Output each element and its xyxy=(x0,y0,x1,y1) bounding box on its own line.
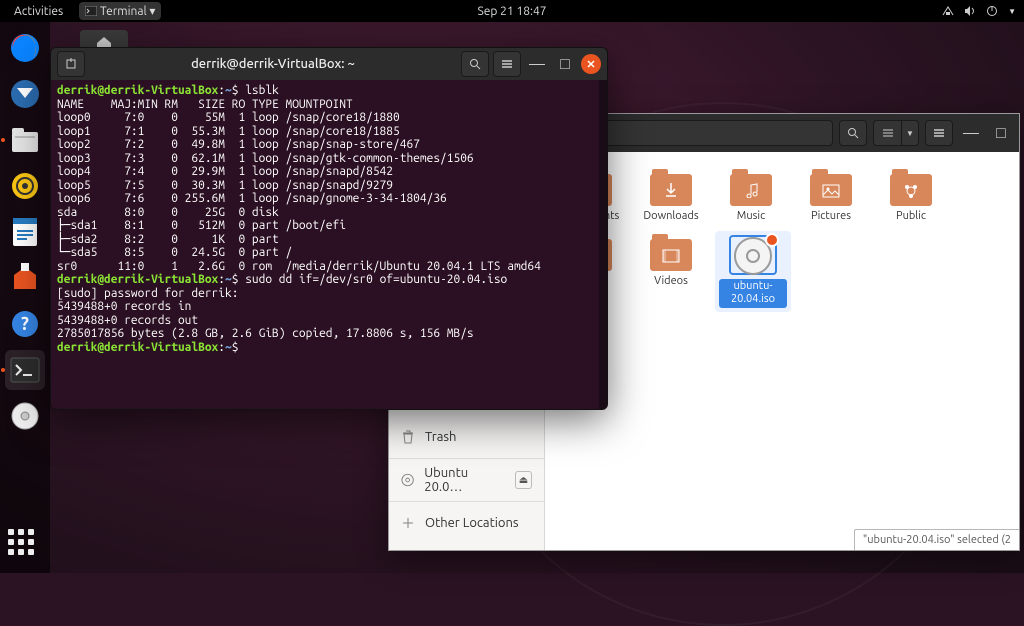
folder-pictures[interactable]: Pictures xyxy=(795,166,867,223)
folder-icon xyxy=(890,174,932,206)
folder-icon xyxy=(650,239,692,271)
minimize-button[interactable]: — xyxy=(959,121,983,145)
terminal-headerbar: derrik@derrik-VirtualBox: ~ — □ xyxy=(51,48,607,80)
search-button[interactable] xyxy=(839,120,867,146)
file-label: ubuntu-20.04.iso xyxy=(719,279,787,307)
files-statusbar: "ubuntu-20.04.iso" selected (2 xyxy=(854,529,1019,550)
eject-button[interactable]: ⏏ xyxy=(515,471,532,489)
new-tab-button[interactable] xyxy=(57,51,85,77)
show-applications-button[interactable] xyxy=(8,529,42,563)
sidebar-disc[interactable]: Ubuntu 20.0… ⏏ xyxy=(389,463,544,497)
folder-videos[interactable]: Videos xyxy=(635,231,707,311)
sidebar-label: Ubuntu 20.0… xyxy=(424,466,505,494)
sidebar-trash[interactable]: Trash xyxy=(389,420,544,454)
activities-button[interactable]: Activities xyxy=(8,2,69,20)
chevron-down-icon: ▼ xyxy=(1008,7,1016,16)
dock-help[interactable]: ? xyxy=(5,304,45,344)
term-minimize-button[interactable]: — xyxy=(525,52,549,76)
sidebar-label: Trash xyxy=(425,430,456,444)
svg-text:?: ? xyxy=(21,314,29,334)
folder-icon xyxy=(730,174,772,206)
folder-downloads[interactable]: Downloads xyxy=(635,166,707,223)
terminal-output[interactable]: derrik@derrik-VirtualBox:~$ lsblk NAME M… xyxy=(51,80,607,409)
folder-public[interactable]: Public xyxy=(875,166,947,223)
dock-software[interactable] xyxy=(5,258,45,298)
maximize-button[interactable]: □ xyxy=(989,121,1013,145)
sidebar-other-locations[interactable]: Other Locations xyxy=(389,506,544,540)
running-dot xyxy=(1,138,5,142)
trash-icon xyxy=(401,430,415,444)
volume-icon xyxy=(964,5,976,17)
dock-terminal[interactable] xyxy=(5,350,45,390)
terminal-title: derrik@derrik-VirtualBox: ~ xyxy=(89,57,457,71)
terminal-small-icon xyxy=(85,6,97,16)
system-tray[interactable]: ▼ xyxy=(942,5,1016,17)
search-icon xyxy=(847,127,859,139)
file-label: Videos xyxy=(654,275,688,288)
view-list-button[interactable] xyxy=(873,120,901,146)
search-icon xyxy=(469,58,481,70)
term-close-button[interactable] xyxy=(581,54,601,74)
sidebar-label: Other Locations xyxy=(425,516,519,530)
hamburger-button[interactable] xyxy=(925,120,953,146)
folder-music[interactable]: Music xyxy=(715,166,787,223)
plus-icon xyxy=(401,516,415,530)
folder-icon xyxy=(810,174,852,206)
chevron-down-icon: ▼ xyxy=(906,129,914,138)
new-tab-icon xyxy=(65,58,77,70)
term-maximize-button[interactable]: □ xyxy=(553,52,577,76)
file-iso[interactable]: ubuntu-20.04.iso xyxy=(715,231,791,311)
files-icon-view[interactable]: Documents Downloads Music Pictures Publi… xyxy=(545,152,1019,550)
list-icon xyxy=(882,128,894,138)
view-dropdown-button[interactable]: ▼ xyxy=(901,120,919,146)
menu-icon xyxy=(933,128,945,138)
top-bar: Activities Terminal ▾ Sep 21 18:47 ▼ xyxy=(0,0,1024,22)
dock-thunderbird[interactable] xyxy=(5,74,45,114)
menu-icon xyxy=(501,59,513,69)
file-label: Pictures xyxy=(811,210,851,223)
folder-icon xyxy=(650,174,692,206)
lock-badge-icon xyxy=(765,233,779,247)
running-dot xyxy=(1,368,5,372)
dock: ? xyxy=(0,22,50,573)
dock-firefox[interactable] xyxy=(5,28,45,68)
dock-rhythmbox[interactable] xyxy=(5,166,45,206)
dock-files[interactable] xyxy=(5,120,45,160)
dock-libreoffice-writer[interactable] xyxy=(5,212,45,252)
term-menu-button[interactable] xyxy=(493,51,521,77)
file-label: Downloads xyxy=(643,210,698,223)
terminal-window: derrik@derrik-VirtualBox: ~ — □ derrik@d… xyxy=(50,47,608,410)
clock[interactable]: Sep 21 18:47 xyxy=(478,5,547,18)
term-search-button[interactable] xyxy=(461,51,489,77)
disc-icon xyxy=(401,473,414,487)
power-icon xyxy=(986,5,998,17)
network-icon xyxy=(942,5,954,17)
file-label: Public xyxy=(896,210,926,223)
file-label: Music xyxy=(737,210,765,223)
dock-disc[interactable] xyxy=(5,396,45,436)
app-menu-button[interactable]: Terminal ▾ xyxy=(79,2,161,20)
close-icon xyxy=(586,59,596,69)
